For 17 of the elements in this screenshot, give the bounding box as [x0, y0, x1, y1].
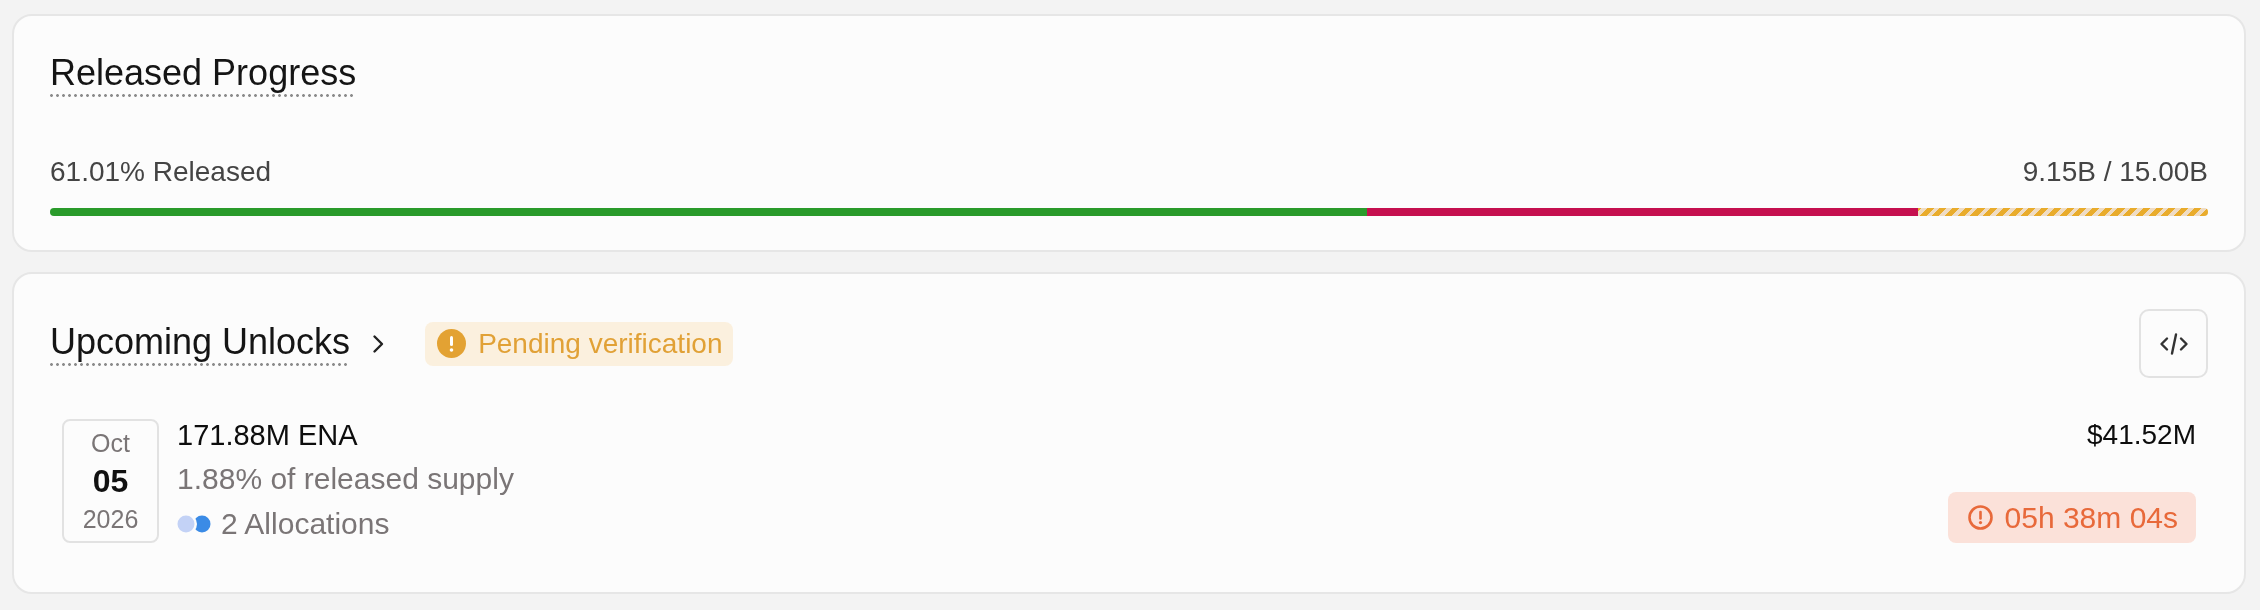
- exclamation-circle-icon: [437, 329, 467, 358]
- date-year: 2026: [82, 505, 139, 533]
- code-icon: [2158, 331, 2189, 356]
- allocations-count: 2 Allocations: [221, 507, 390, 541]
- exclamation-circle-icon: [1967, 505, 1993, 530]
- status-text: Pending verification: [478, 326, 723, 361]
- countdown-text: 05h 38m 04s: [2004, 500, 2178, 535]
- allocation-dots-icon: [177, 515, 211, 533]
- supply-share: 1.88% of released supply: [177, 462, 514, 496]
- supply-amount: 9.15B / 15.00B: [2022, 155, 2208, 189]
- code-button[interactable]: [2139, 309, 2208, 378]
- unlock-value: $41.52M: [2087, 419, 2196, 451]
- chevron-right-icon[interactable]: [372, 333, 386, 354]
- date-month: Oct: [91, 429, 130, 457]
- unlock-amount: 171.88M ENA: [177, 419, 358, 451]
- date-day: 05: [92, 463, 129, 499]
- released-percentage: 61.01% Released: [50, 155, 272, 189]
